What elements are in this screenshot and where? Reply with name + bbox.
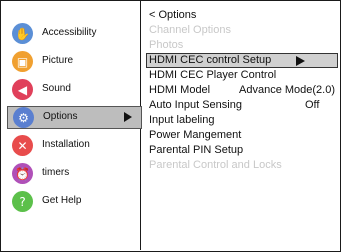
menu-item-power-management[interactable]: Power Mangement: [149, 128, 339, 143]
chevron-right-icon: [124, 112, 132, 122]
sidebar-item-timers[interactable]: ⏰ timers: [7, 162, 140, 185]
speaker-icon: ◀: [12, 79, 33, 100]
sidebar-item-label: timers: [42, 167, 70, 178]
menu-item-hdmi-model[interactable]: HDMI Model Advance Mode(2.0): [149, 83, 339, 98]
menu-item-label: HDMI CEC control Setup: [149, 54, 272, 66]
sidebar-item-options[interactable]: ⚙ Options: [7, 106, 142, 129]
menu-item-label: Auto Input Sensing: [149, 99, 242, 111]
menu-item-parental-pin-setup[interactable]: Parental PIN Setup: [149, 143, 339, 158]
menu-item-hdmi-cec-player-control[interactable]: HDMI CEC Player Control: [149, 68, 339, 83]
alarm-clock-icon: ⏰: [12, 163, 33, 184]
sidebar-item-label: Picture: [42, 55, 74, 66]
tools-icon: ✕: [12, 135, 33, 156]
menu-item-photos: Photos: [149, 39, 184, 51]
menu-item-channel-options: Channel Options: [149, 24, 231, 36]
sidebar-item-accessibility[interactable]: ✋ Accessibility: [7, 22, 140, 45]
sidebar-item-picture[interactable]: ▣ Picture: [7, 50, 140, 73]
help-icon: ?: [12, 191, 33, 212]
sidebar-item-installation[interactable]: ✕ Installation: [7, 134, 140, 157]
sidebar-item-label: Options: [43, 111, 78, 122]
sidebar-item-get-help[interactable]: ? Get Help: [7, 190, 140, 213]
menu-item-hdmi-cec-control-setup[interactable]: HDMI CEC control Setup: [146, 53, 338, 68]
hdmi-model-value: Advance Mode(2.0): [239, 84, 335, 96]
auto-input-sensing-value: Off: [305, 99, 320, 111]
sidebar: ✋ Accessibility ▣ Picture ◀ Sound ⚙ Opti…: [7, 22, 142, 218]
sidebar-item-label: Accessibility: [42, 27, 97, 38]
back-to-options-link[interactable]: < Options: [149, 8, 339, 23]
menu-item-auto-input-sensing[interactable]: Auto Input Sensing Off: [149, 98, 339, 113]
sidebar-item-sound[interactable]: ◀ Sound: [7, 78, 140, 101]
hand-icon: ✋: [12, 23, 33, 44]
gear-icon: ⚙: [13, 107, 34, 128]
menu-item-label: HDMI Model: [149, 84, 211, 96]
sidebar-item-label: Sound: [42, 83, 71, 94]
options-submenu: < Options Channel Options Photos HDMI CE…: [146, 8, 339, 173]
menu-item-parental-control-and-locks: Parental Control and Locks: [149, 159, 282, 171]
sidebar-item-label: Get Help: [42, 195, 82, 206]
picture-icon: ▣: [12, 51, 33, 72]
sidebar-item-label: Installation: [42, 139, 90, 150]
menu-item-input-labeling[interactable]: Input labeling: [149, 113, 339, 128]
chevron-right-icon: [296, 56, 305, 66]
